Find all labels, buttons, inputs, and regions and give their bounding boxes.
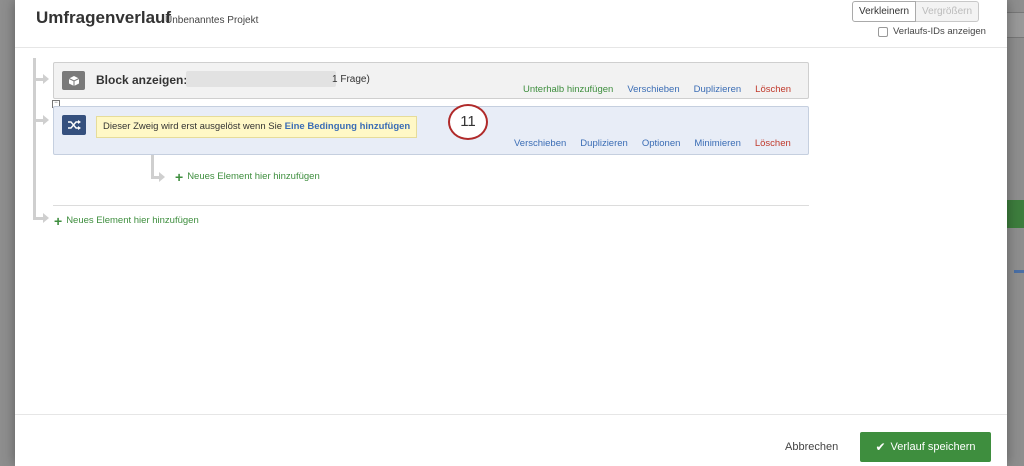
branch-element[interactable]: Dieser Zweig wird erst ausgelöst wenn Si… [53,104,809,155]
branch-minimize-button[interactable]: Minimieren [694,138,740,149]
branch-add-element-label: Neues Element hier hinzufügen [187,171,320,182]
root-add-element-label: Neues Element hier hinzufügen [66,215,199,226]
save-flow-button[interactable]: ✔ Verlauf speichern [860,432,991,462]
branch-add-arrow [159,172,165,182]
root-flow-line [33,58,36,220]
root-add-element-link[interactable]: + Neues Element hier hinzufügen [54,212,199,229]
branch-connector-arrow [43,115,49,125]
branch-delete-button[interactable]: Löschen [755,138,791,149]
block-delete-button[interactable]: Löschen [755,84,791,95]
block-actions: Unterhalb hinzufügen Verschieben Duplizi… [509,84,791,95]
step-number-badge: 11 [448,104,488,140]
survey-flow-modal: Umfragenverlauf Unbenanntes Projekt Verk… [15,0,1007,466]
zoom-out-button[interactable]: Verkleinern [852,1,917,22]
block-move-button[interactable]: Verschieben [627,84,679,95]
branch-options-button[interactable]: Optionen [642,138,681,149]
branch-move-button[interactable]: Verschieben [514,138,566,149]
background-link [1014,270,1024,273]
cube-icon [62,71,85,90]
save-flow-label: Verlauf speichern [890,441,976,453]
flow-separator [53,205,809,206]
branch-duplicate-button[interactable]: Duplizieren [580,138,628,149]
modal-title: Umfragenverlauf [36,8,172,27]
block-element[interactable]: Block anzeigen: 1 Frage) Unterhalb hinzu… [53,62,809,99]
modal-footer: Abbrechen ✔ Verlauf speichern [15,414,1007,466]
show-ids-checkbox[interactable] [878,26,888,37]
project-name: Unbenanntes Projekt [165,15,259,26]
zoom-in-button[interactable]: Vergrößern [916,1,980,22]
show-ids-label: Verlaufs-IDs anzeigen [893,26,986,37]
branch-icon [62,115,86,135]
block-duplicate-button[interactable]: Duplizieren [694,84,742,95]
branch-actions: Verschieben Duplizieren Optionen Minimie… [500,138,791,149]
root-add-arrow [43,213,49,223]
block-label: Block anzeigen: [96,73,188,87]
add-below-button[interactable]: Unterhalb hinzufügen [523,84,613,95]
plus-icon: + [54,212,63,229]
checkmark-icon: ✔ [875,440,886,454]
add-condition-link[interactable]: Eine Bedingung hinzufügen [285,121,411,132]
block-connector-arrow [43,74,49,84]
branch-condition-note: Dieser Zweig wird erst ausgelöst wenn Si… [96,116,418,138]
background-green-bar [1007,200,1024,228]
cancel-button[interactable]: Abbrechen [785,441,838,453]
zoom-controls: Verkleinern Vergrößern [852,1,980,22]
plus-icon: + [175,168,184,185]
redacted-block-name [186,71,336,87]
block-question-count: 1 Frage) [332,74,370,85]
modal-header: Umfragenverlauf Unbenanntes Projekt Verk… [15,0,1007,48]
condition-text: Dieser Zweig wird erst ausgelöst wenn Si… [103,121,282,132]
show-ids-toggle[interactable]: Verlaufs-IDs anzeigen [878,26,986,37]
branch-add-element-link[interactable]: + Neues Element hier hinzufügen [175,168,320,185]
